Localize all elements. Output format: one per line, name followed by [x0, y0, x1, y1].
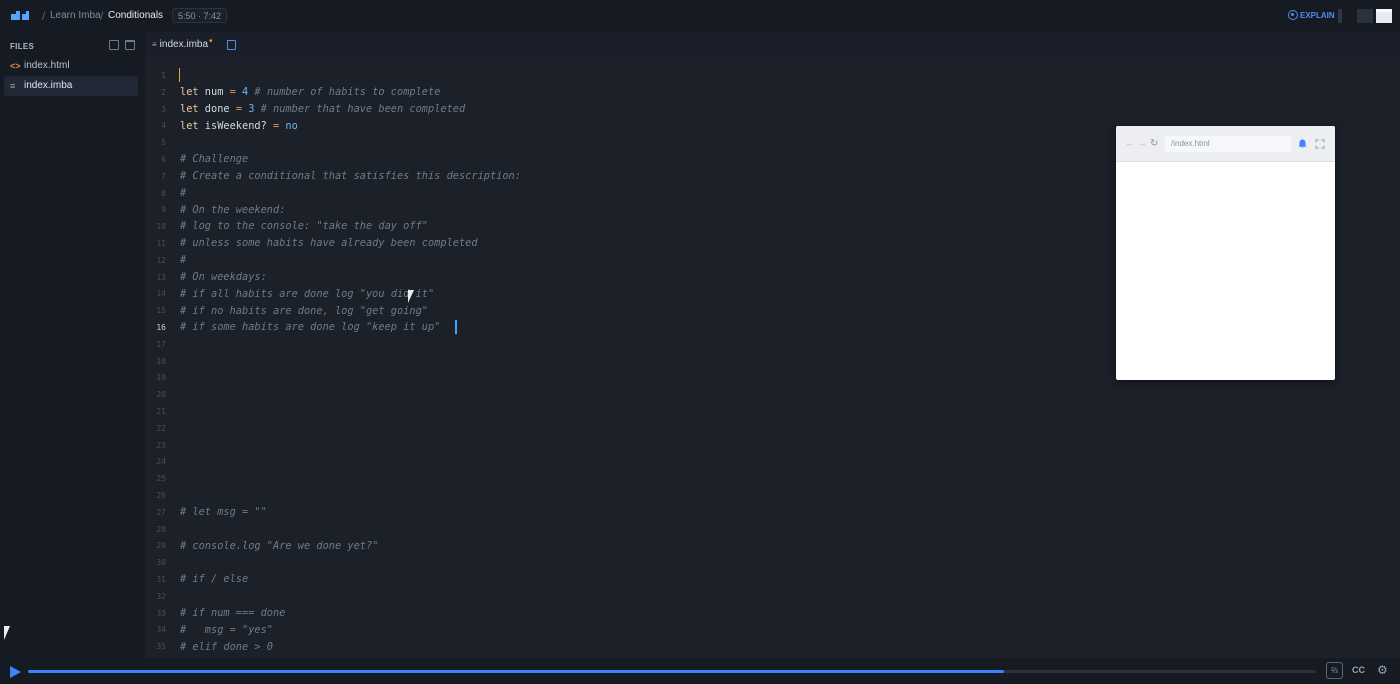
layout-toggle-preview[interactable] — [1376, 9, 1392, 23]
line-number: 28 — [145, 521, 1145, 538]
code-line-6: # Challenge — [180, 153, 249, 165]
tab-index-imba[interactable]: ≡ index.imba • — [152, 36, 213, 50]
explain-label: EXPLAIN — [1300, 10, 1335, 20]
line-number: 23 — [145, 437, 1145, 454]
layout-toggle-editor[interactable] — [1357, 9, 1373, 23]
line-number-label: 19 — [156, 373, 166, 383]
lesson-timer: 5:50 · 7:42 — [172, 8, 228, 23]
line-number-label: 26 — [156, 491, 166, 500]
code-line-1: let num = 4 # number of habits to comple… — [180, 86, 441, 98]
code-line-15: # if no habits are done, log "get going" — [180, 305, 428, 317]
code-line-31: # if / else — [180, 573, 249, 585]
playback-speed-button[interactable]: ⅔ — [1326, 662, 1343, 679]
code-line-10: # log to the console: "take the day off" — [180, 220, 428, 232]
text-caret — [455, 320, 457, 334]
line-number-label: 24 — [156, 457, 166, 467]
expand-icon[interactable] — [1315, 139, 1325, 152]
bell-icon[interactable] — [1298, 139, 1307, 152]
code-line-11: # unless some habits have already been c… — [180, 237, 478, 249]
file-item-index-html[interactable]: <> index.html — [4, 56, 138, 76]
playback-bar: ⅔ CC ⚙ — [0, 658, 1400, 684]
line-number: 30 — [145, 554, 1145, 571]
mouse-cursor — [4, 626, 10, 640]
new-file-icon[interactable] — [109, 40, 119, 50]
preview-toolbar: ← → ↻ /index.html — [1116, 126, 1335, 162]
file-name: index.html — [24, 60, 70, 71]
scrimba-logo[interactable] — [11, 11, 29, 20]
line-number: 20 — [145, 386, 1145, 403]
line-number: 25 — [145, 470, 1145, 487]
reload-icon[interactable]: ↻ — [1150, 139, 1158, 149]
breadcrumb-lesson[interactable]: Conditionals — [108, 10, 163, 21]
line-number-label: 23 — [156, 440, 166, 450]
line-number-label: 18 — [156, 356, 166, 366]
breadcrumb-separator: / — [42, 9, 46, 23]
browser-preview[interactable]: ← → ↻ /index.html — [1116, 126, 1335, 380]
line-number-label: 25 — [156, 474, 166, 484]
code-line-3: let isWeekend? = no — [180, 120, 298, 132]
code-line-16: # if some habits are done log "keep it u… — [180, 321, 441, 333]
code-line-13: # On weekdays: — [180, 271, 267, 283]
imba-file-icon: ≡ — [10, 81, 16, 91]
imba-file-icon: ≡ — [152, 40, 157, 49]
line-number: 18 — [145, 353, 1145, 370]
code-line-14: # if all habits are done log "you did it… — [180, 288, 435, 300]
captions-button[interactable]: CC — [1352, 665, 1365, 675]
code-line-35: # elif done > 0 — [180, 641, 273, 653]
tab-label: index.imba — [159, 39, 209, 50]
files-heading: FILES — [10, 42, 35, 51]
code-line-27: # let msg = "" — [180, 506, 267, 518]
layout-toggle-sidebar[interactable] — [1338, 9, 1342, 23]
selection-start-marker — [179, 68, 180, 82]
code-line-8: # — [180, 187, 187, 199]
code-line-2: let done = 3 # number that have been com… — [180, 103, 466, 115]
play-icon[interactable] — [10, 666, 21, 678]
code-line-7: # Create a conditional that satisfies th… — [180, 170, 521, 182]
line-number-label: 20 — [156, 390, 166, 400]
code-line-12: # — [180, 254, 187, 266]
mouse-cursor — [408, 290, 414, 303]
unsaved-indicator: • — [209, 36, 213, 47]
code-line-34: # msg = "yes" — [180, 624, 273, 636]
file-item-index-imba[interactable]: ≡ index.imba — [4, 76, 138, 96]
line-number-label: 28 — [156, 524, 166, 534]
code-line-29: # console.log "Are we done yet?" — [180, 540, 379, 552]
line-number-label: 22 — [156, 423, 166, 433]
line-number: 32 — [145, 588, 1145, 605]
line-number: 21 — [145, 403, 1145, 420]
gear-icon[interactable]: ⚙ — [1377, 663, 1388, 677]
breadcrumb-separator: / — [100, 9, 104, 23]
line-number: 17 — [145, 336, 1145, 353]
add-file-icon[interactable] — [227, 40, 236, 50]
line-number: 19 — [145, 369, 1145, 386]
breadcrumb-course[interactable]: Learn Imba — [50, 10, 101, 21]
line-number-label: 30 — [156, 558, 166, 568]
html-file-icon: <> — [10, 61, 21, 71]
code-line-33: # if num === done — [180, 607, 286, 619]
forward-icon[interactable]: → — [1137, 139, 1147, 149]
line-number: 5 — [145, 134, 1145, 151]
preview-url-field[interactable]: /index.html — [1165, 136, 1291, 152]
back-icon[interactable]: ← — [1125, 139, 1135, 149]
editor-tab-bar: ≡ index.imba • — [145, 32, 1400, 58]
explain-button[interactable]: EXPLAIN — [1288, 10, 1335, 20]
code-line-9: # On the weekend: — [180, 204, 286, 216]
line-number: 24 — [145, 453, 1145, 470]
progress-track[interactable] — [28, 670, 1316, 673]
line-number: 22 — [145, 420, 1145, 437]
line-number-label: 21 — [156, 407, 166, 416]
line-number-label: 32 — [156, 591, 166, 601]
explain-icon — [1288, 10, 1298, 20]
top-bar: / Learn Imba / Conditionals 5:50 · 7:42 … — [0, 0, 1400, 32]
file-sidebar: FILES <> index.html ≡ index.imba — [0, 32, 145, 658]
line-number: 26 — [145, 487, 1145, 504]
new-folder-icon[interactable] — [125, 40, 135, 50]
progress-fill — [28, 670, 1005, 673]
file-name: index.imba — [24, 80, 73, 91]
line-number-label: 17 — [156, 339, 166, 349]
